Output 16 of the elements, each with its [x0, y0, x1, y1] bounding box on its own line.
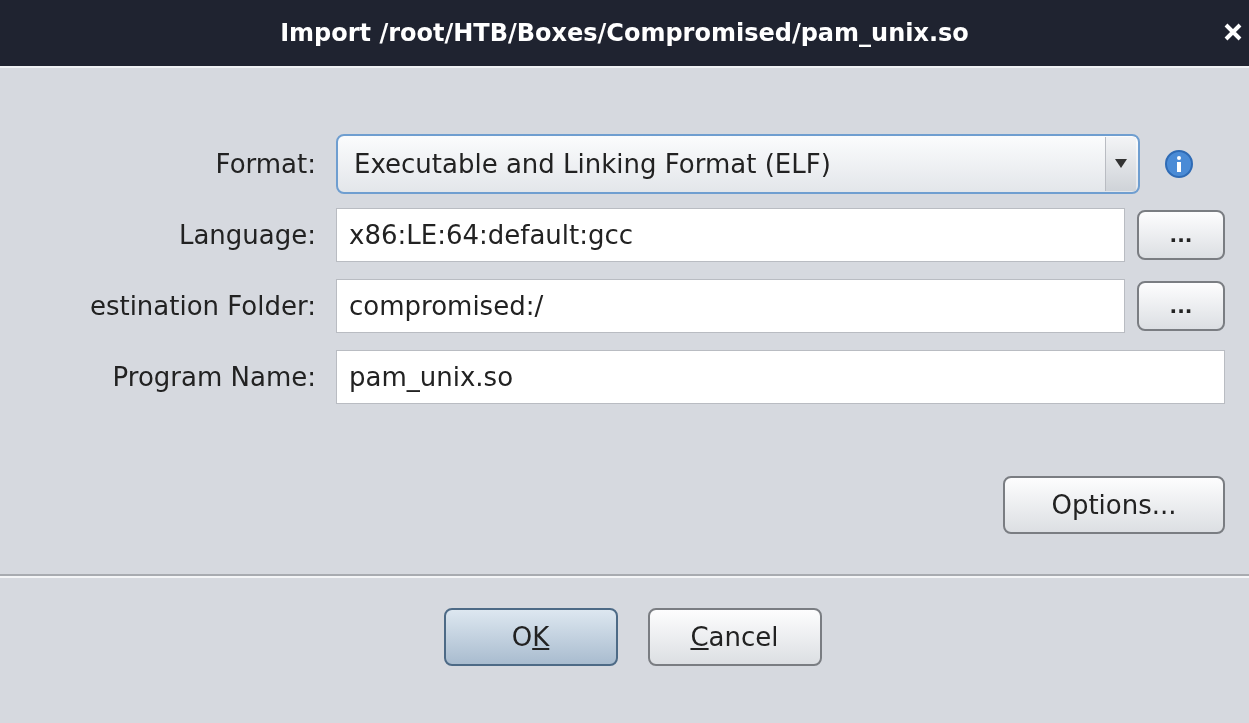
info-icon[interactable] — [1164, 149, 1194, 179]
input-field[interactable]: pam_unix.so — [336, 350, 1225, 404]
format-dropdown[interactable]: Executable and Linking Format (ELF) — [336, 134, 1140, 194]
close-icon[interactable] — [1223, 22, 1243, 42]
field-label: Language: — [177, 220, 316, 250]
options-button[interactable]: Options... — [1003, 476, 1225, 534]
field-label: estination Folder: — [88, 291, 316, 321]
window-title: Import /root/HTB/Boxes/Compromised/pam_unix.so — [280, 19, 969, 47]
browse-button[interactable]: ... — [1137, 210, 1225, 260]
input-field[interactable]: x86:LE:64:default:gcc — [336, 208, 1125, 262]
field-label: Format: — [214, 149, 316, 179]
field-label: Program Name: — [111, 362, 316, 392]
browse-button[interactable]: ... — [1137, 281, 1225, 331]
input-field[interactable]: compromised:/ — [336, 279, 1125, 333]
ok-button[interactable]: OK — [443, 608, 618, 666]
cancel-button[interactable]: Cancel — [647, 608, 822, 666]
